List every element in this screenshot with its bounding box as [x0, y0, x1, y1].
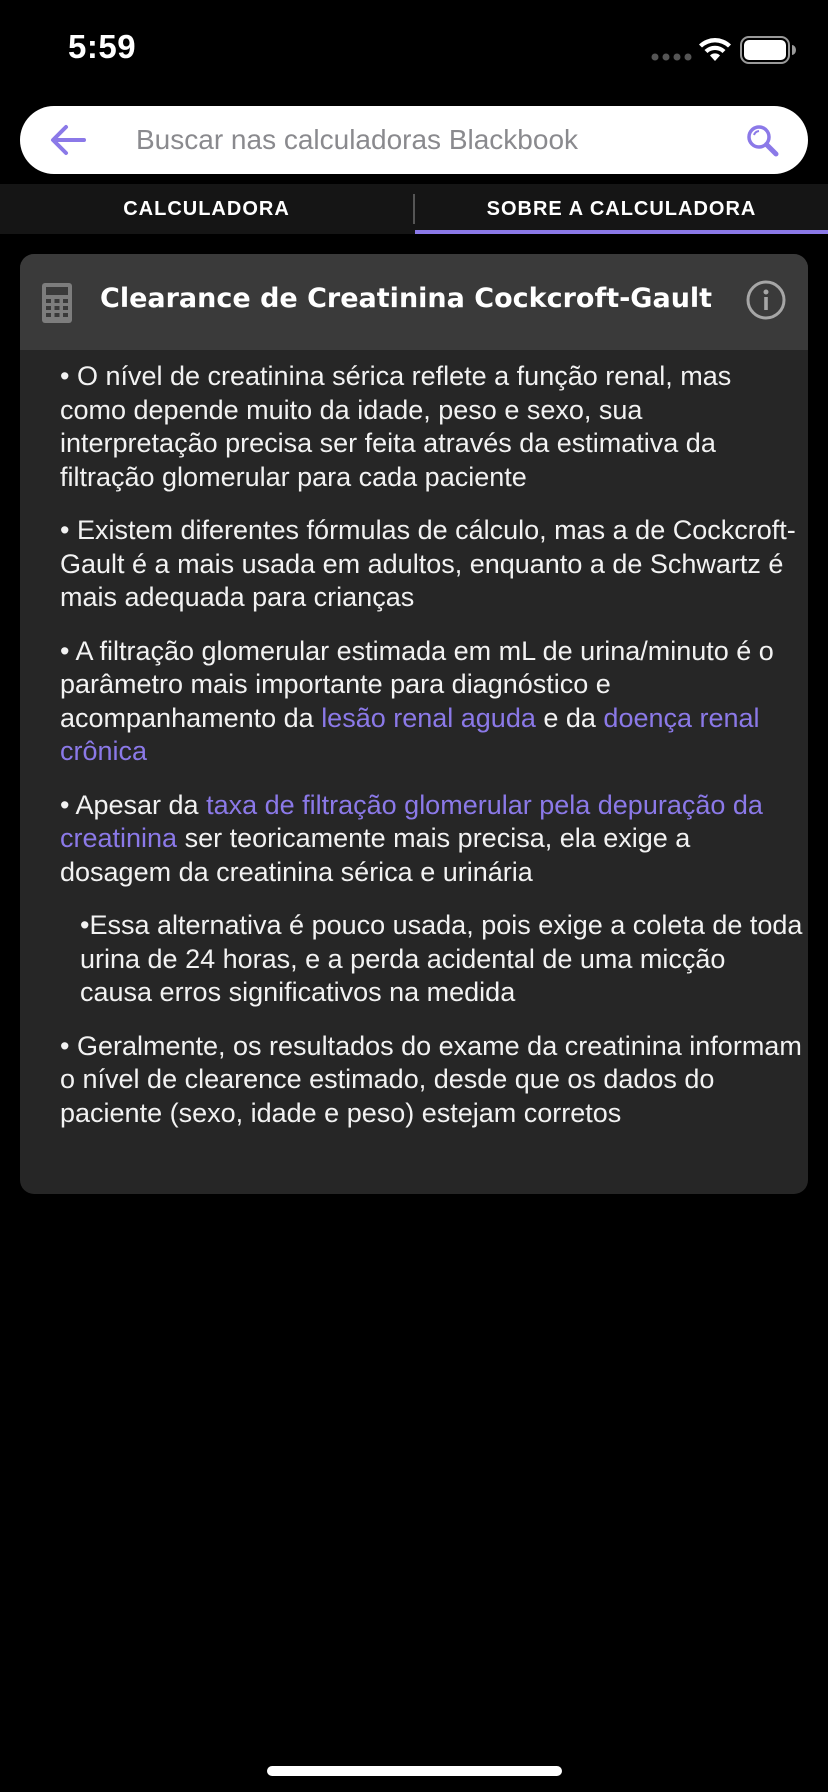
paragraph-3: • A filtração glomerular estimada em mL …: [60, 635, 804, 769]
status-bar: 5:59: [0, 0, 828, 100]
wifi-icon: [699, 38, 731, 61]
paragraph-3-text-mid: e da: [535, 702, 604, 733]
home-indicator[interactable]: [267, 1766, 562, 1776]
paragraph-5: •Essa alternativa é pouco usada, pois ex…: [80, 910, 803, 1007]
tab-calculadora[interactable]: CALCULADORA: [0, 184, 413, 234]
tab-sobre-a-calculadora[interactable]: SOBRE A CALCULADORA: [415, 184, 828, 234]
paragraph-1: • O nível de creatinina sérica reflete a…: [60, 361, 732, 492]
paragraph-6: • Geralmente, os resultados do exame da …: [60, 1030, 802, 1128]
link-lesao-renal-aguda[interactable]: lesão renal aguda: [321, 703, 536, 733]
search-bar: [20, 106, 808, 174]
calculator-icon: [42, 283, 72, 323]
card-title: Clearance de Creatinina Cockcroft-Gault: [100, 283, 713, 314]
search-input[interactable]: [116, 116, 736, 164]
cellular-signal-icon: [651, 53, 692, 61]
tab-bar: CALCULADORA SOBRE A CALCULADORA: [0, 184, 828, 234]
card-header: Clearance de Creatinina Cockcroft-Gault: [20, 254, 808, 350]
arrow-left-icon: [51, 125, 86, 155]
info-icon[interactable]: [746, 280, 786, 320]
magnifier-icon: [747, 125, 779, 157]
paragraph-4-text: • Apesar da: [60, 789, 207, 820]
paragraph-2: • Existem diferentes fórmulas de cálculo…: [60, 515, 796, 612]
status-time: 5:59: [68, 28, 137, 65]
card-body: • O nível de creatinina sérica reflete a…: [60, 360, 804, 1150]
back-button[interactable]: [46, 118, 90, 162]
paragraph-4: • Apesar da taxa de filtração glomerular…: [60, 789, 804, 890]
search-button[interactable]: [740, 118, 784, 162]
about-card: Clearance de Creatinina Cockcroft-Gault …: [20, 254, 808, 1194]
battery-icon: [740, 36, 796, 64]
